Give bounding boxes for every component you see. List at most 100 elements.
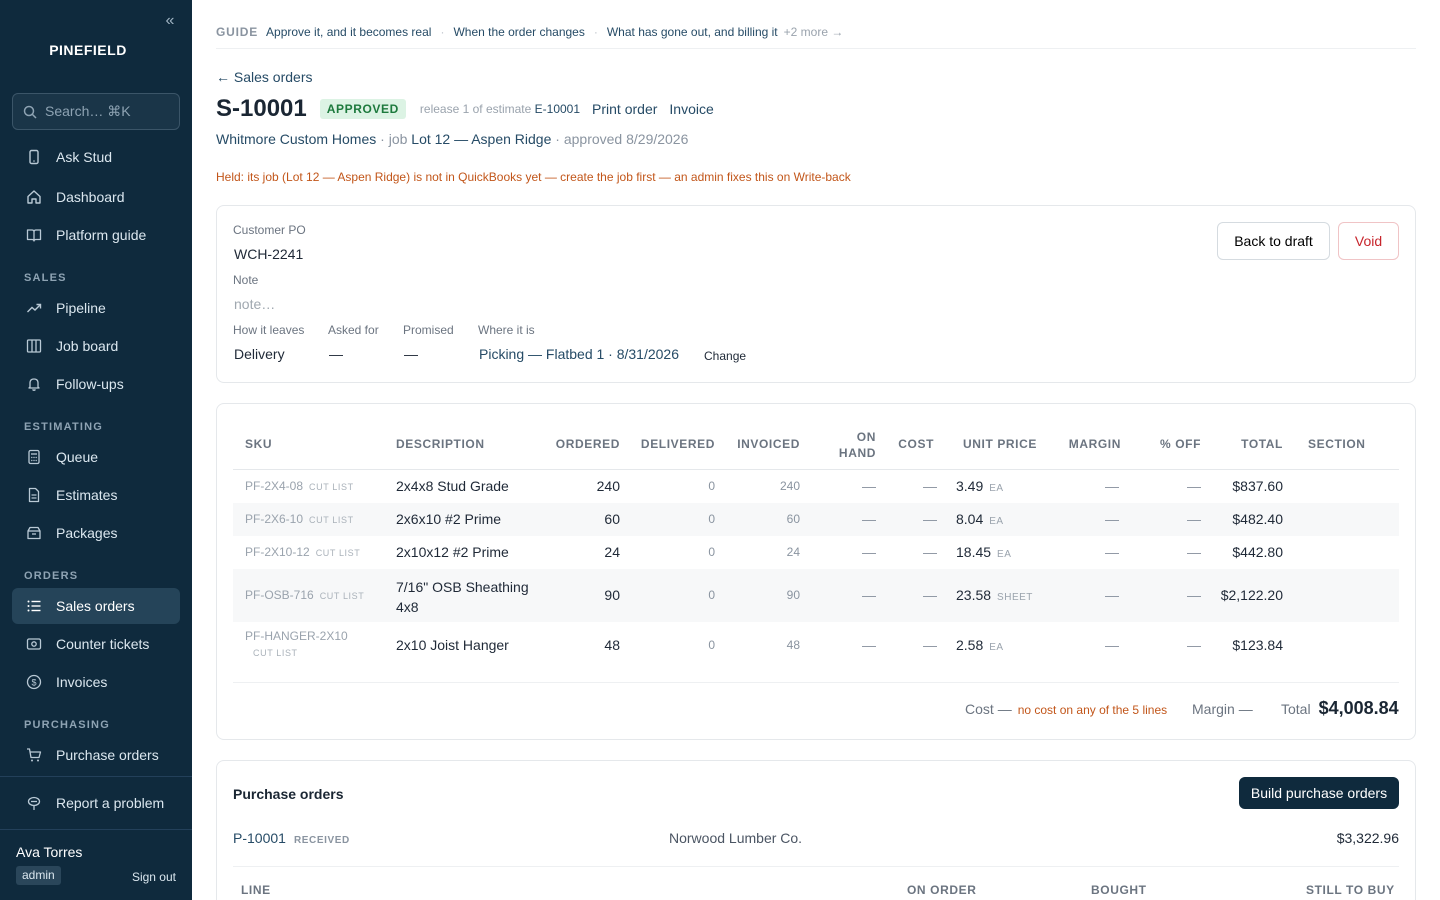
sidebar-item-label: Pipeline [56,300,106,316]
column-header-section[interactable]: SECTION [1308,437,1366,451]
change-location-link[interactable]: Change [704,349,746,363]
ordered-cell[interactable]: 48 [543,637,620,653]
sku-cell: PF-2X6-10 CUT LIST [245,512,354,526]
how-it-leaves-value[interactable]: Delivery [234,346,285,362]
invoiced-cell: 240 [779,479,800,493]
column-header-delivered[interactable]: DELIVERED [633,437,715,451]
guide-link[interactable]: When the order changes [453,25,584,39]
customer-link[interactable]: Whitmore Custom Homes [216,131,376,147]
unit-price-cell[interactable]: 23.58 SHEET [956,587,1033,603]
estimate-link[interactable]: E-10001 [535,102,580,116]
column-header-description[interactable]: DESCRIPTION [396,437,485,451]
percent-off-cell[interactable]: — [1133,511,1201,527]
table-row[interactable]: PF-2X10-12 CUT LIST 2x10x12 #2 Prime 24 0… [233,536,1399,569]
customer-po-field[interactable]: WCH-2241 [234,246,303,262]
sidebar-item-follow-ups[interactable]: Follow-ups [12,366,180,402]
sidebar-item-label: Purchase orders [56,747,159,763]
invoice-link[interactable]: Invoice [669,101,713,117]
back-to-draft-button[interactable]: Back to draft [1217,222,1330,260]
guide-link[interactable]: Approve it, and it becomes real [266,25,431,39]
sidebar-item-estimates[interactable]: Estimates [12,477,180,513]
guide-link[interactable]: What has gone out, and billing it [607,25,778,39]
unit-price-cell[interactable]: 18.45 EA [956,544,1011,560]
book-icon [24,225,44,245]
sidebar-item-dashboard[interactable]: Dashboard [12,179,180,215]
svg-text:$: $ [31,677,36,687]
margin-summary: Margin — [1192,701,1253,717]
table-row[interactable]: PF-2X6-10 CUT LIST 2x6x10 #2 Prime 60 0 6… [233,503,1399,536]
sidebar-item-label: Report a problem [56,795,165,811]
search-input[interactable]: Search… ⌘K [12,93,180,130]
bug-icon [24,793,44,813]
on-hand-cell: — [862,544,876,560]
percent-off-cell[interactable]: — [1133,544,1201,560]
release-info: release 1 of estimate E-10001 [420,102,580,116]
column-header-sku[interactable]: SKU [245,437,272,451]
sidebar-item-ask-stud[interactable]: Ask Stud [12,139,180,175]
delivered-cell: 0 [708,479,715,493]
guide-more-link[interactable]: +2 more → [784,25,844,39]
divider [233,866,1399,867]
sidebar-item-sales-orders[interactable]: Sales orders [12,588,180,624]
column-header-cost[interactable]: COST [883,437,934,451]
table-row[interactable]: PF-OSB-716 CUT LIST 7/16" OSB Sheathing 4x… [233,569,1399,622]
column-header-invoiced[interactable]: INVOICED [723,437,800,451]
unit-price-cell[interactable]: 8.04 EA [956,511,1004,527]
sidebar-item-counter-tickets[interactable]: Counter tickets [12,626,180,662]
sidebar-item-packages[interactable]: Packages [12,515,180,551]
phone-icon [24,147,44,167]
ordered-cell[interactable]: 240 [543,478,620,494]
column-header-percent-off[interactable]: % OFF [1133,437,1201,451]
print-order-link[interactable]: Print order [592,101,657,117]
unit-price-cell[interactable]: 3.49 EA [956,478,1004,494]
unit-label: EA [989,483,1004,494]
sidebar-item-pipeline[interactable]: Pipeline [12,290,180,326]
divider [216,48,1416,49]
unit-price-cell[interactable]: 2.58 EA [956,637,1004,653]
release-text: release 1 of estimate [419,102,532,116]
ordered-cell[interactable]: 24 [543,544,620,560]
sidebar-item-invoices[interactable]: $ Invoices [12,664,180,700]
column-header-ordered[interactable]: ORDERED [543,437,620,451]
total-cell: $123.84 [1232,637,1283,653]
back-to-sales-orders-link[interactable]: ← Sales orders [216,69,312,85]
sidebar-item-report-problem[interactable]: Report a problem [12,785,180,821]
invoiced-cell: 48 [786,638,800,652]
percent-off-cell[interactable]: — [1133,587,1201,603]
po-amount: $3,322.96 [1336,830,1399,846]
column-header-margin[interactable]: MARGIN [1043,437,1121,451]
sidebar-item-label: Estimates [56,487,118,503]
cost-cell: — [923,511,937,527]
margin-summary-label: Margin [1192,701,1235,717]
column-header-total[interactable]: TOTAL [1213,437,1283,451]
role-badge: admin [16,866,61,885]
description-cell: 2x10x12 #2 Prime [396,544,509,560]
column-header-unit-price[interactable]: UNIT PRICE [943,437,1037,451]
table-row[interactable]: PF-2X4-08 CUT LIST 2x4x8 Stud Grade 240 0… [233,470,1399,503]
column-header-on-hand[interactable]: ON HAND [823,429,876,461]
ordered-cell[interactable]: 60 [543,511,620,527]
build-purchase-orders-button[interactable]: Build purchase orders [1239,777,1399,809]
percent-off-cell[interactable]: — [1133,478,1201,494]
delivered-cell: 0 [708,512,715,526]
note-field[interactable]: note… [234,296,275,312]
ordered-cell[interactable]: 90 [543,587,620,603]
user-name: Ava Torres [16,844,83,860]
po-number-link[interactable]: P-10001 [233,830,286,846]
sidebar-item-queue[interactable]: Queue [12,439,180,475]
job-link[interactable]: Lot 12 — Aspen Ridge [411,131,551,147]
percent-off-cell[interactable]: — [1133,637,1201,653]
cost-summary: Cost — no cost on any of the 5 lines [965,701,1167,717]
table-row[interactable]: PF-HANGER-2X10 CUT LIST 2x10 Joist Hanger… [233,622,1399,668]
po-row[interactable]: P-10001 RECEIVED [233,830,350,846]
collapse-sidebar-icon[interactable]: « [162,12,178,30]
promised-value[interactable]: — [404,346,418,362]
on-hand-cell: — [862,587,876,603]
void-button[interactable]: Void [1338,222,1399,260]
sidebar-item-purchase-orders[interactable]: Purchase orders [12,737,180,773]
asked-for-value[interactable]: — [329,346,343,362]
sign-out-link[interactable]: Sign out [132,870,176,884]
sidebar-item-job-board[interactable]: Job board [12,328,180,364]
where-it-is-value[interactable]: Picking — Flatbed 1 · 8/31/2026 [479,346,679,362]
sidebar-item-platform-guide[interactable]: Platform guide [12,217,180,253]
